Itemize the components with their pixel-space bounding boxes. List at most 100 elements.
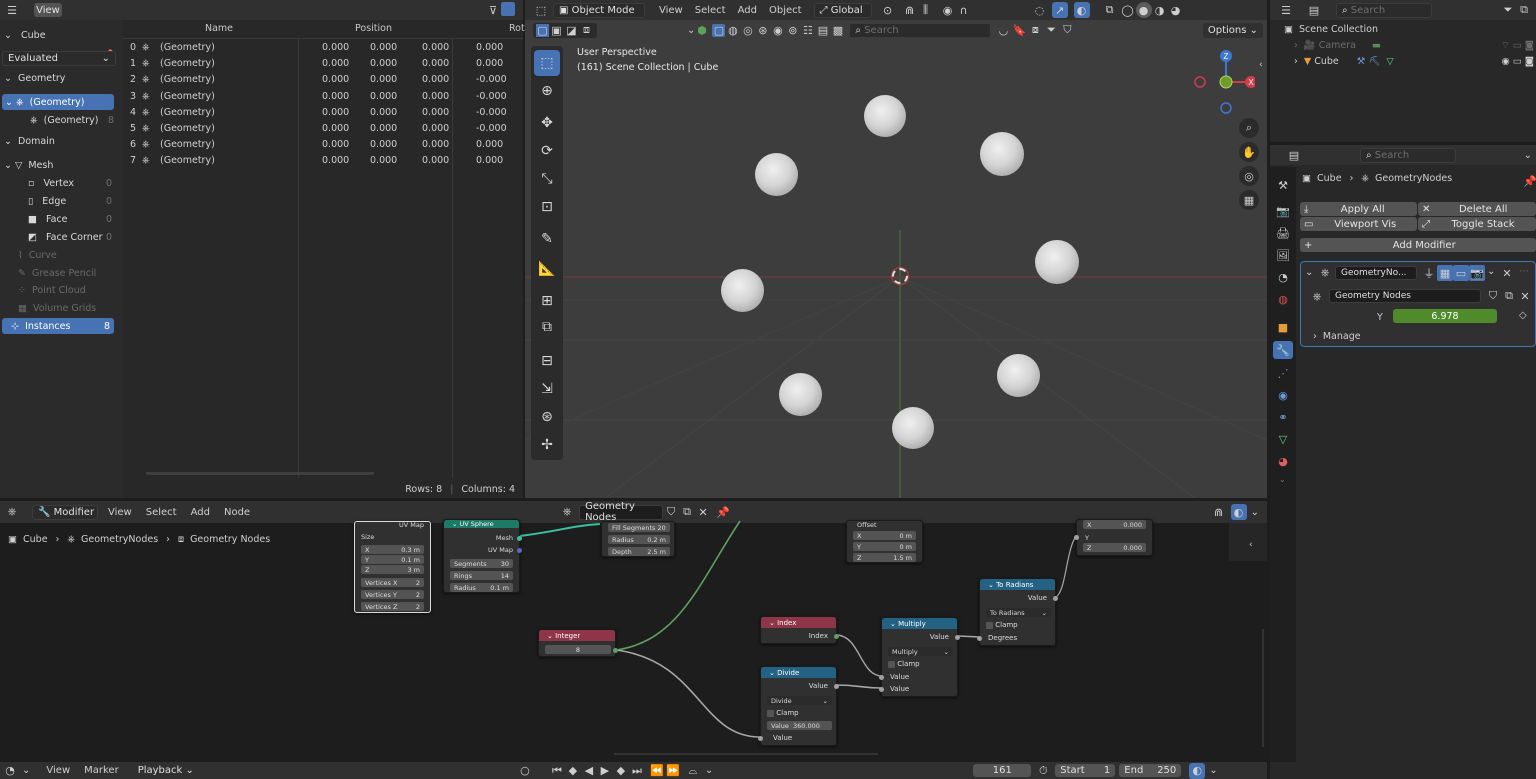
object-row[interactable]: ⌄ Cube bbox=[4, 27, 46, 43]
select-new-icon[interactable]: ▢ bbox=[536, 23, 549, 37]
gizmo-y-ball[interactable] bbox=[1219, 75, 1233, 89]
column-header-position[interactable]: Position bbox=[355, 23, 392, 34]
table-row[interactable]: 4 (Geometry) 0.000 0.000 0.000 -0.000 ⎈ bbox=[122, 105, 523, 121]
radius-field[interactable]: Radius 0.1 m bbox=[450, 583, 513, 592]
outliner-item-cube[interactable]: › ▼ Cube ⚒ ⛏ ▽ ◉ ▭ ◙ bbox=[1294, 54, 1534, 68]
orientation-dropdown[interactable]: ⤢ Global bbox=[813, 2, 872, 18]
camera-view-icon[interactable]: ◎ bbox=[1239, 166, 1259, 186]
integer-node[interactable]: ⌄ Integer 8 bbox=[538, 629, 618, 657]
offset-y-field[interactable]: Y0 m bbox=[853, 542, 916, 551]
cube-size-z-field[interactable]: Z3 m bbox=[361, 565, 424, 574]
mode-dropdown[interactable]: ▣ Object Mode bbox=[553, 2, 645, 18]
cursor-icon[interactable]: ⊕ bbox=[534, 78, 560, 104]
playback-menu[interactable]: Playback ⌄ bbox=[132, 763, 199, 778]
fill-segments-field[interactable]: Fill Segments 20 bbox=[608, 523, 670, 532]
material-shading-icon[interactable]: ◑ bbox=[1152, 2, 1168, 18]
visibility-icon[interactable]: ◌ bbox=[1032, 2, 1048, 18]
chevron-left-icon[interactable]: ‹ bbox=[1259, 60, 1263, 70]
divide-clamp-checkbox[interactable]: Clamp bbox=[767, 709, 799, 717]
integer-node-header[interactable]: ⌄ Integer bbox=[539, 630, 615, 641]
auto-keying-icon[interactable]: ○ bbox=[517, 763, 533, 779]
filter-surface-icon[interactable]: ◎ bbox=[740, 22, 755, 38]
filter-text-icon[interactable]: ◉ bbox=[770, 22, 785, 38]
rendered-shading-icon[interactable]: ◕ bbox=[1168, 2, 1184, 18]
domain-header[interactable]: ⌄ Domain bbox=[4, 133, 55, 149]
geometry-header[interactable]: ⌄ Geometry bbox=[4, 70, 65, 86]
data-tab-icon[interactable]: ▽ bbox=[1275, 431, 1291, 447]
uv-sphere-node-header[interactable]: ⌄ UV Sphere bbox=[444, 520, 519, 528]
table-row[interactable]: 0 (Geometry) 0.000 0.000 0.000 0.000 ⎈ bbox=[122, 40, 523, 56]
pin-icon[interactable]: 📌 bbox=[1522, 173, 1536, 189]
add-cube-icon[interactable]: ⊞ bbox=[534, 288, 560, 314]
jump-keyframe-back-icon[interactable]: ◆ bbox=[565, 763, 581, 779]
sphere-instance[interactable] bbox=[721, 269, 764, 312]
rotate-icon[interactable]: ⟳ bbox=[534, 138, 560, 164]
proportional-edit-icon[interactable]: ◉ bbox=[940, 2, 956, 18]
keying-set-icon[interactable]: ⌓ bbox=[685, 763, 701, 779]
constraints-tab-icon[interactable]: ⚭ bbox=[1275, 409, 1291, 425]
radians-input-socket[interactable] bbox=[977, 636, 982, 641]
sphere-instance[interactable] bbox=[864, 95, 906, 137]
mesh-output-socket[interactable] bbox=[517, 536, 522, 541]
table-row[interactable]: 1 (Geometry) 0.000 0.000 0.000 0.000 ⎈ bbox=[122, 56, 523, 72]
menu-add[interactable]: Add bbox=[738, 5, 757, 16]
uv-output-socket[interactable] bbox=[517, 548, 522, 553]
chevron-down-icon[interactable]: ⌄ bbox=[705, 765, 713, 776]
viewport-vis-button[interactable]: ▭ Viewport Vis bbox=[1300, 217, 1417, 231]
move-icon[interactable]: ✥ bbox=[534, 110, 560, 136]
to-radians-node-header[interactable]: ⌄ To Radians bbox=[980, 579, 1055, 590]
view-menu[interactable]: View bbox=[34, 3, 62, 17]
sphere-instance[interactable] bbox=[755, 153, 798, 196]
offset-node[interactable]: Offset X0 m Y0 m Z 1.5 m bbox=[846, 520, 923, 563]
table-row[interactable]: 6 (Geometry) 0.000 0.000 0.000 0.000 ⎈ bbox=[122, 137, 523, 153]
manage-panel-header[interactable]: › Manage bbox=[1313, 331, 1361, 342]
multiply-input-socket-a[interactable] bbox=[879, 675, 884, 680]
layout-icon[interactable]: ⧇ bbox=[1027, 22, 1043, 38]
pan-hand-icon[interactable]: ✋ bbox=[1239, 142, 1259, 162]
measure-icon[interactable]: 📐 bbox=[534, 256, 560, 282]
y-input-field[interactable]: 6.978 bbox=[1393, 309, 1497, 323]
snap-icon[interactable]: ⋒ bbox=[902, 2, 918, 18]
play-icon[interactable]: ▶ bbox=[597, 763, 613, 779]
filter-camera-icon[interactable]: ☷ bbox=[800, 22, 815, 38]
filter-icon[interactable]: ⏷ bbox=[1500, 2, 1516, 18]
divide-node[interactable]: ⌄ Divide Value Divide ⌄ Clamp Value 360.0… bbox=[758, 666, 839, 746]
snap-target-icon[interactable]: ⫼ bbox=[918, 2, 934, 18]
domain-grease-pencil[interactable]: ✎ Grease Pencil bbox=[18, 265, 96, 281]
cylinder-depth-field[interactable]: Depth 2.5 m bbox=[608, 547, 670, 556]
filter-volume-icon[interactable]: ⊚ bbox=[785, 22, 800, 38]
vertical-scrollbar[interactable] bbox=[1262, 629, 1264, 747]
sphere-instance[interactable] bbox=[1035, 240, 1079, 284]
play-reverse-icon[interactable]: ◀ bbox=[581, 763, 597, 779]
table-row[interactable]: 7 (Geometry) 0.000 0.000 0.000 0.000 ⎈ bbox=[122, 153, 523, 169]
overlay-toggle-icon[interactable]: ◐ bbox=[1073, 2, 1090, 18]
viewport-search-input[interactable]: ⌕ Search bbox=[849, 22, 992, 38]
keyframe-diamond-icon[interactable]: ◇ bbox=[1519, 310, 1527, 321]
drag-handle-icon[interactable]: ⋯ bbox=[1519, 266, 1529, 277]
world-tab-icon[interactable]: ◍ bbox=[1275, 291, 1291, 307]
chevron-down-icon[interactable]: ⌄ bbox=[1487, 266, 1495, 277]
material-tab-icon[interactable]: ◕ bbox=[1275, 453, 1291, 469]
wireframe-shading-icon[interactable]: ◯ bbox=[1120, 2, 1136, 18]
gizmo-neg-x-ball[interactable] bbox=[1194, 76, 1206, 88]
display-mode-icon[interactable]: ▤ bbox=[1306, 2, 1322, 18]
sphere-instance[interactable] bbox=[980, 132, 1024, 176]
viewport-display-icon[interactable]: ▭ bbox=[1453, 265, 1469, 281]
scene-tab-icon[interactable]: ◔ bbox=[1275, 269, 1291, 285]
menu-object[interactable]: Object bbox=[769, 5, 802, 16]
bookmark-icon[interactable]: 🔖 bbox=[1011, 22, 1027, 38]
editor-type-icon[interactable]: ◔ bbox=[2, 763, 18, 779]
object-type-icon[interactable]: ⬢ bbox=[695, 22, 708, 38]
index-node[interactable]: ⌄ Index Index bbox=[760, 616, 839, 644]
sphere-instance[interactable] bbox=[892, 407, 934, 449]
rotation-x-field[interactable]: X 0.000 bbox=[1083, 520, 1146, 529]
modifier-name-field[interactable]: GeometryNo... bbox=[1335, 266, 1417, 280]
multiply-output-socket[interactable] bbox=[955, 635, 960, 640]
multiply-operation-dropdown[interactable]: Multiply ⌄ bbox=[888, 647, 953, 656]
geometry-item-0[interactable]: ⌄ ⎈ (Geometry) bbox=[2, 94, 114, 110]
chevron-down-icon[interactable]: ⌄ bbox=[687, 25, 695, 36]
close-icon[interactable]: ✕ bbox=[1499, 265, 1515, 281]
rotation-z-field[interactable]: Z 0.000 bbox=[1083, 543, 1146, 552]
zoom-icon[interactable]: ⌕ bbox=[1239, 118, 1259, 138]
view-layer-tab-icon[interactable]: 🖼 bbox=[1275, 247, 1291, 263]
